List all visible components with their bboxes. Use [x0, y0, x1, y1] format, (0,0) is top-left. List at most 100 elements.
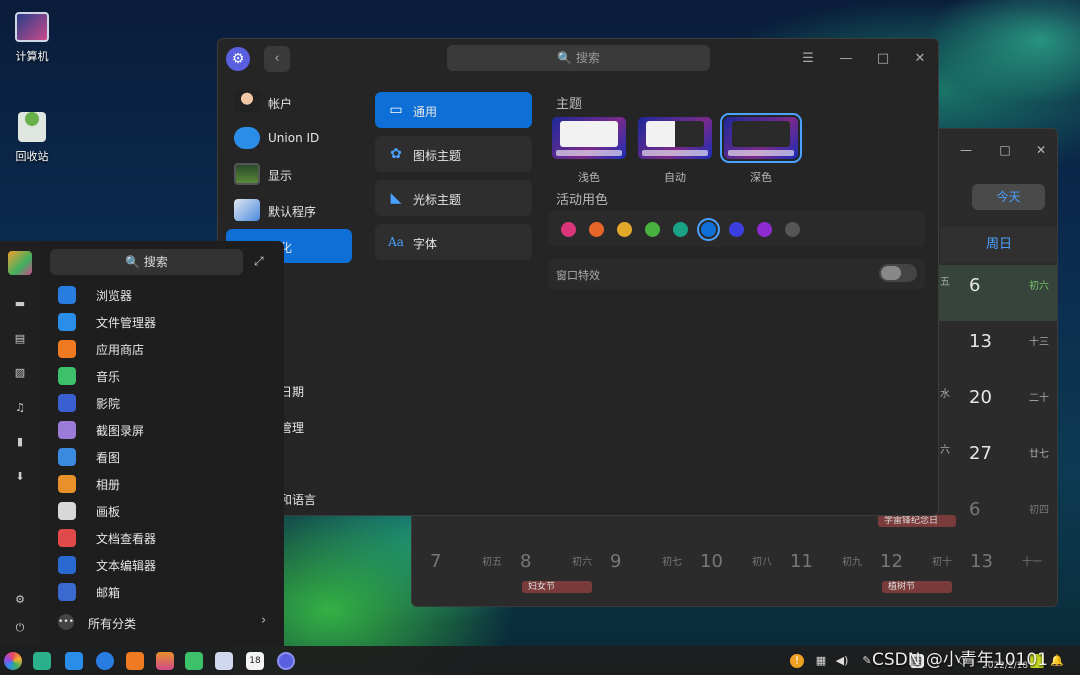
- all-categories-button[interactable]: ••• 所有分类 ›: [56, 611, 276, 635]
- accent-swatch[interactable]: [697, 218, 720, 241]
- calendar-icon[interactable]: 18: [246, 652, 264, 670]
- album-icon[interactable]: [156, 652, 174, 670]
- document-category-icon[interactable]: ▤: [13, 332, 27, 346]
- app-item-browser[interactable]: 浏览器: [56, 283, 276, 307]
- image-category-icon[interactable]: ▨: [13, 366, 27, 380]
- calendar-day-cell[interactable]: 6 初六: [939, 265, 1057, 321]
- maximize-icon[interactable]: □: [873, 49, 893, 69]
- app-store-icon[interactable]: [126, 652, 144, 670]
- calendar-day-cell[interactable]: 11 初九: [782, 541, 872, 597]
- app-item-movie[interactable]: 影院: [56, 391, 276, 415]
- keyboard-icon[interactable]: ▦: [814, 654, 828, 668]
- user-avatar[interactable]: [8, 251, 32, 275]
- personalization-subnav: ▭ 通用 ✿ 图标主题 ◣ 光标主题 Aa 字体: [368, 79, 538, 515]
- accent-color-row: [548, 211, 925, 247]
- nav-item-union-id[interactable]: Union ID: [226, 121, 352, 155]
- minimize-icon[interactable]: —: [836, 49, 856, 69]
- subnav-cursor-theme[interactable]: ◣ 光标主题: [375, 180, 532, 216]
- app-item-file-manager[interactable]: 文件管理器: [56, 310, 276, 334]
- app-item-document-viewer[interactable]: 文档查看器: [56, 526, 276, 550]
- browser-icon[interactable]: [96, 652, 114, 670]
- calendar-day-cell[interactable]: 27 廿七: [939, 433, 1057, 489]
- calendar-event[interactable]: 植树节: [882, 581, 952, 593]
- calendar-day-cell[interactable]: 8 初六 妇女节: [512, 541, 602, 597]
- app-item-music[interactable]: 音乐: [56, 364, 276, 388]
- today-button[interactable]: 今天: [972, 184, 1045, 210]
- calendar-day-cell[interactable]: 7 初五: [422, 541, 512, 597]
- chevron-right-icon: ›: [261, 613, 267, 628]
- cloud-icon: [234, 127, 260, 149]
- theme-light-card[interactable]: [552, 117, 626, 159]
- calendar-day-cell[interactable]: 6 初四: [939, 489, 1057, 545]
- calendar-day-cell[interactable]: 20 二十: [939, 377, 1057, 433]
- accent-swatch[interactable]: [757, 222, 772, 237]
- app-item-mail[interactable]: 邮箱: [56, 580, 276, 604]
- app-item-album[interactable]: 相册: [56, 472, 276, 496]
- desktop-icon-trash[interactable]: 回收站: [2, 104, 62, 164]
- music-icon[interactable]: [185, 652, 203, 670]
- theme-auto-card[interactable]: [638, 117, 712, 159]
- calendar-day-cell[interactable]: 13 十一: [962, 541, 1052, 597]
- accent-swatch[interactable]: [785, 222, 800, 237]
- general-content: 主题 浅色 自动 深色 活动用色 窗口特效: [548, 79, 938, 515]
- calendar-day-cell[interactable]: 10 初八: [692, 541, 782, 597]
- app-item-app-store[interactable]: 应用商店: [56, 337, 276, 361]
- minimize-icon[interactable]: —: [959, 143, 973, 157]
- accent-swatch[interactable]: [617, 222, 632, 237]
- calendar-day-cell[interactable]: 12 初十 植树节: [872, 541, 962, 597]
- app-item-screenshot[interactable]: 截图录屏: [56, 418, 276, 442]
- fullscreen-icon[interactable]: ⤢: [254, 254, 270, 270]
- accent-swatch[interactable]: [645, 222, 660, 237]
- subnav-label: 图标主题: [413, 149, 462, 163]
- power-icon[interactable]: ⏻: [13, 621, 27, 635]
- close-icon[interactable]: ✕: [1034, 143, 1048, 157]
- calendar-day-cell[interactable]: 13 十三: [939, 321, 1057, 377]
- app-item-image-viewer[interactable]: 看图: [56, 445, 276, 469]
- back-button[interactable]: ‹: [264, 46, 290, 72]
- subnav-general[interactable]: ▭ 通用: [375, 92, 532, 128]
- app-item-text-editor[interactable]: 文本编辑器: [56, 553, 276, 577]
- subnav-icon-theme[interactable]: ✿ 图标主题: [375, 136, 532, 172]
- maximize-icon[interactable]: □: [998, 143, 1012, 157]
- text-editor-icon: [58, 556, 76, 574]
- app-label: 画板: [96, 505, 121, 519]
- accent-swatch[interactable]: [589, 222, 604, 237]
- search-input[interactable]: 🔍 搜索: [447, 45, 710, 71]
- app-item-draw[interactable]: 画板: [56, 499, 276, 523]
- close-icon[interactable]: ✕: [910, 49, 930, 69]
- document-viewer-icon: [58, 529, 76, 547]
- theme-title: 主题: [556, 97, 583, 112]
- calendar-day-cell[interactable]: 9 初七: [602, 541, 692, 597]
- accent-swatch[interactable]: [561, 222, 576, 237]
- desktop-icon-computer[interactable]: 计算机: [2, 12, 62, 64]
- nav-item-default-apps[interactable]: 默认程序: [226, 193, 352, 227]
- launcher-icon[interactable]: [4, 652, 22, 670]
- download-category-icon[interactable]: ⬇: [13, 470, 27, 484]
- app-label: 文件管理器: [96, 316, 157, 330]
- notification-app-icon[interactable]: !: [790, 654, 804, 668]
- launcher-search-input[interactable]: 🔍 搜索: [50, 249, 243, 275]
- menu-icon[interactable]: ☰: [798, 49, 818, 69]
- nav-item-display[interactable]: 显示: [226, 157, 352, 191]
- music-category-icon[interactable]: ♫: [13, 401, 27, 415]
- bell-icon[interactable]: 🔔: [1050, 654, 1064, 668]
- theme-dark-card[interactable]: [720, 113, 802, 163]
- settings-icon[interactable]: ⚙: [13, 593, 27, 607]
- user-icon: [234, 91, 260, 113]
- accent-swatch[interactable]: [673, 222, 688, 237]
- control-center-icon[interactable]: [277, 652, 295, 670]
- document-icon[interactable]: [215, 652, 233, 670]
- video-category-icon[interactable]: ▮: [13, 435, 27, 449]
- accent-swatch[interactable]: [729, 222, 744, 237]
- file-manager-icon[interactable]: [65, 652, 83, 670]
- app-label: 文档查看器: [96, 532, 157, 546]
- window-effects-toggle[interactable]: [879, 264, 917, 282]
- volume-icon[interactable]: ◀): [835, 654, 849, 668]
- calendar-event[interactable]: 学雷锋纪念日: [878, 515, 956, 527]
- album-icon: [58, 475, 76, 493]
- nav-item-accounts[interactable]: 帐户: [226, 85, 352, 119]
- subnav-font[interactable]: Aa 字体: [375, 224, 532, 260]
- computer-category-icon[interactable]: ▬: [13, 297, 27, 311]
- multitask-view-icon[interactable]: [33, 652, 51, 670]
- calendar-event[interactable]: 妇女节: [522, 581, 592, 593]
